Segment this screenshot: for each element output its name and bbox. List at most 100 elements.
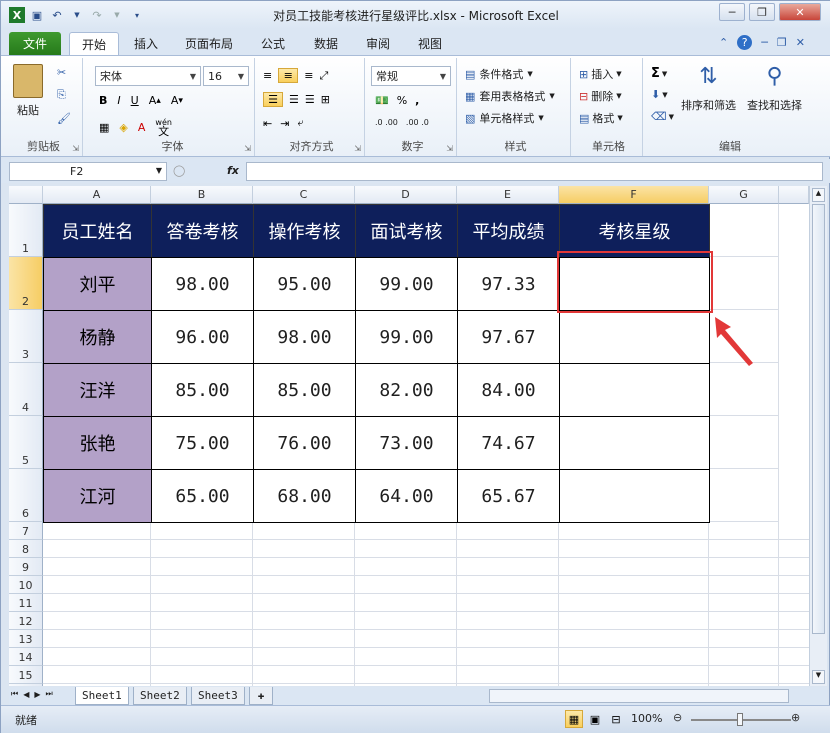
font-name-combo[interactable]: 宋体 ▼ [95,66,201,86]
score-cell[interactable]: 98.00 [253,310,356,364]
wrap-text-icon[interactable]: ⤶ [297,116,303,130]
scroll-thumb[interactable] [812,204,825,634]
italic-icon[interactable]: I [117,94,120,107]
tab-formulas[interactable]: 公式 [249,32,297,55]
workbook-minimize-icon[interactable]: ─ [761,36,768,49]
scroll-up-icon[interactable]: ▲ [812,188,825,202]
number-launcher-icon[interactable]: ⇲ [446,144,453,153]
name-box[interactable]: F2 ▼ [9,162,167,181]
score-cell[interactable]: 97.67 [457,310,560,364]
workbook-restore-icon[interactable]: ❐ [777,36,787,49]
align-center-icon[interactable]: ☰ [289,93,299,106]
border-icon[interactable]: ▦ [99,121,109,134]
bold-icon[interactable]: B [99,94,107,107]
prev-sheet-icon[interactable]: ◀ [23,690,29,699]
employee-name-cell[interactable]: 江河 [43,469,152,523]
merge-center-icon[interactable]: ⊞ [321,93,330,106]
paste-button[interactable]: 粘贴 [13,64,43,118]
decrease-font-icon[interactable]: A ▾ [171,94,183,107]
minimize-ribbon-icon[interactable]: ⌃ [719,36,728,49]
decrease-indent-icon[interactable]: ⇤ [263,117,272,130]
decrease-decimal-icon[interactable]: .00 .0 [406,118,429,127]
row-header-16[interactable]: 16 [9,684,43,686]
minimize-button[interactable]: ─ [719,3,745,21]
rating-cell[interactable] [559,310,710,364]
score-cell[interactable]: 96.00 [151,310,254,364]
fill-color-icon[interactable]: ◈ [119,121,127,134]
table-header-cell[interactable]: 答卷考核 [151,204,254,258]
autosum-button[interactable]: Σ ▼ [651,66,667,81]
score-cell[interactable]: 68.00 [253,469,356,523]
conditional-format-button[interactable]: ▤ 条件格式 ▼ [465,66,533,82]
percent-icon[interactable]: % [397,94,407,107]
first-sheet-icon[interactable]: ⏮ [11,689,18,699]
help-icon[interactable]: ? [737,35,753,50]
table-header-cell[interactable]: 操作考核 [253,204,356,258]
score-cell[interactable]: 85.00 [253,363,356,417]
currency-icon[interactable]: 💵 [375,94,389,107]
score-cell[interactable]: 73.00 [355,416,458,470]
copy-icon[interactable]: ⎘ [57,88,66,102]
font-launcher-icon[interactable]: ⇲ [244,144,251,153]
rating-cell[interactable] [559,469,710,523]
vertical-scrollbar[interactable]: ▲ ▼ [809,186,827,686]
zoom-thumb[interactable] [737,713,743,726]
horizontal-scrollbar[interactable] [489,689,789,703]
phonetic-icon[interactable]: wén 文 [155,118,172,137]
score-cell[interactable]: 65.00 [151,469,254,523]
sort-filter-button[interactable]: ⇅ 排序和筛选 [681,64,736,113]
restore-button[interactable]: ❐ [749,3,775,21]
score-cell[interactable]: 95.00 [253,257,356,311]
tab-page-layout[interactable]: 页面布局 [173,32,245,55]
new-sheet-icon[interactable]: ✚ [249,687,273,705]
orientation-icon[interactable]: ⤢ [319,69,328,83]
zoom-in-icon[interactable]: ⊕ [791,711,800,724]
employee-name-cell[interactable]: 汪洋 [43,363,152,417]
row-header-14[interactable]: 14 [9,648,43,666]
increase-font-icon[interactable]: A ▴ [149,94,161,107]
row-header-4[interactable]: 4 [9,363,43,416]
table-header-cell[interactable]: 平均成绩 [457,204,560,258]
increase-decimal-icon[interactable]: .0 .00 [375,118,398,127]
row-header-1[interactable]: 1 [9,204,43,257]
score-cell[interactable]: 84.00 [457,363,560,417]
table-header-cell[interactable]: 面试考核 [355,204,458,258]
tab-review[interactable]: 审阅 [354,32,402,55]
rating-cell[interactable] [559,416,710,470]
row-header-3[interactable]: 3 [9,310,43,363]
employee-name-cell[interactable]: 杨静 [43,310,152,364]
tab-data[interactable]: 数据 [302,32,350,55]
column-header-c[interactable]: C [253,186,355,204]
normal-view-icon[interactable]: ▦ [565,710,583,728]
score-cell[interactable]: 99.00 [355,310,458,364]
page-break-view-icon[interactable]: ⊟ [607,710,625,728]
format-cells-button[interactable]: ▤ 格式 ▼ [579,110,623,126]
formula-bar-handle-icon[interactable]: ◯ [173,164,185,177]
row-header-10[interactable]: 10 [9,576,43,594]
row-header-12[interactable]: 12 [9,612,43,630]
align-bottom-icon[interactable]: ≡ [304,69,313,82]
clear-button[interactable]: ⌫ ▼ [651,110,674,123]
clipboard-launcher-icon[interactable]: ⇲ [72,144,79,153]
cut-icon[interactable]: ✂ [57,66,66,79]
font-size-combo[interactable]: 16 ▼ [203,66,249,86]
row-header-8[interactable]: 8 [9,540,43,558]
row-header-9[interactable]: 9 [9,558,43,576]
last-sheet-icon[interactable]: ⏭ [46,689,53,699]
tab-view[interactable]: 视图 [406,32,454,55]
cell-styles-button[interactable]: ▧ 单元格样式 ▼ [465,110,544,126]
tab-home[interactable]: 开始 [69,32,120,55]
score-cell[interactable]: 98.00 [151,257,254,311]
workbook-close-icon[interactable]: ✕ [796,36,805,49]
employee-name-cell[interactable]: 张艳 [43,416,152,470]
score-cell[interactable]: 64.00 [355,469,458,523]
find-select-button[interactable]: ⚲ 查找和选择 [747,64,802,113]
next-sheet-icon[interactable]: ▶ [34,690,40,699]
underline-icon[interactable]: U [131,94,139,107]
empty-cells-area[interactable] [43,522,809,686]
page-layout-view-icon[interactable]: ▣ [586,710,604,728]
formula-input[interactable] [246,162,823,181]
row-header-7[interactable]: 7 [9,522,43,540]
sheet-tab-2[interactable]: Sheet2 [133,687,187,705]
scroll-down-icon[interactable]: ▼ [812,670,825,684]
